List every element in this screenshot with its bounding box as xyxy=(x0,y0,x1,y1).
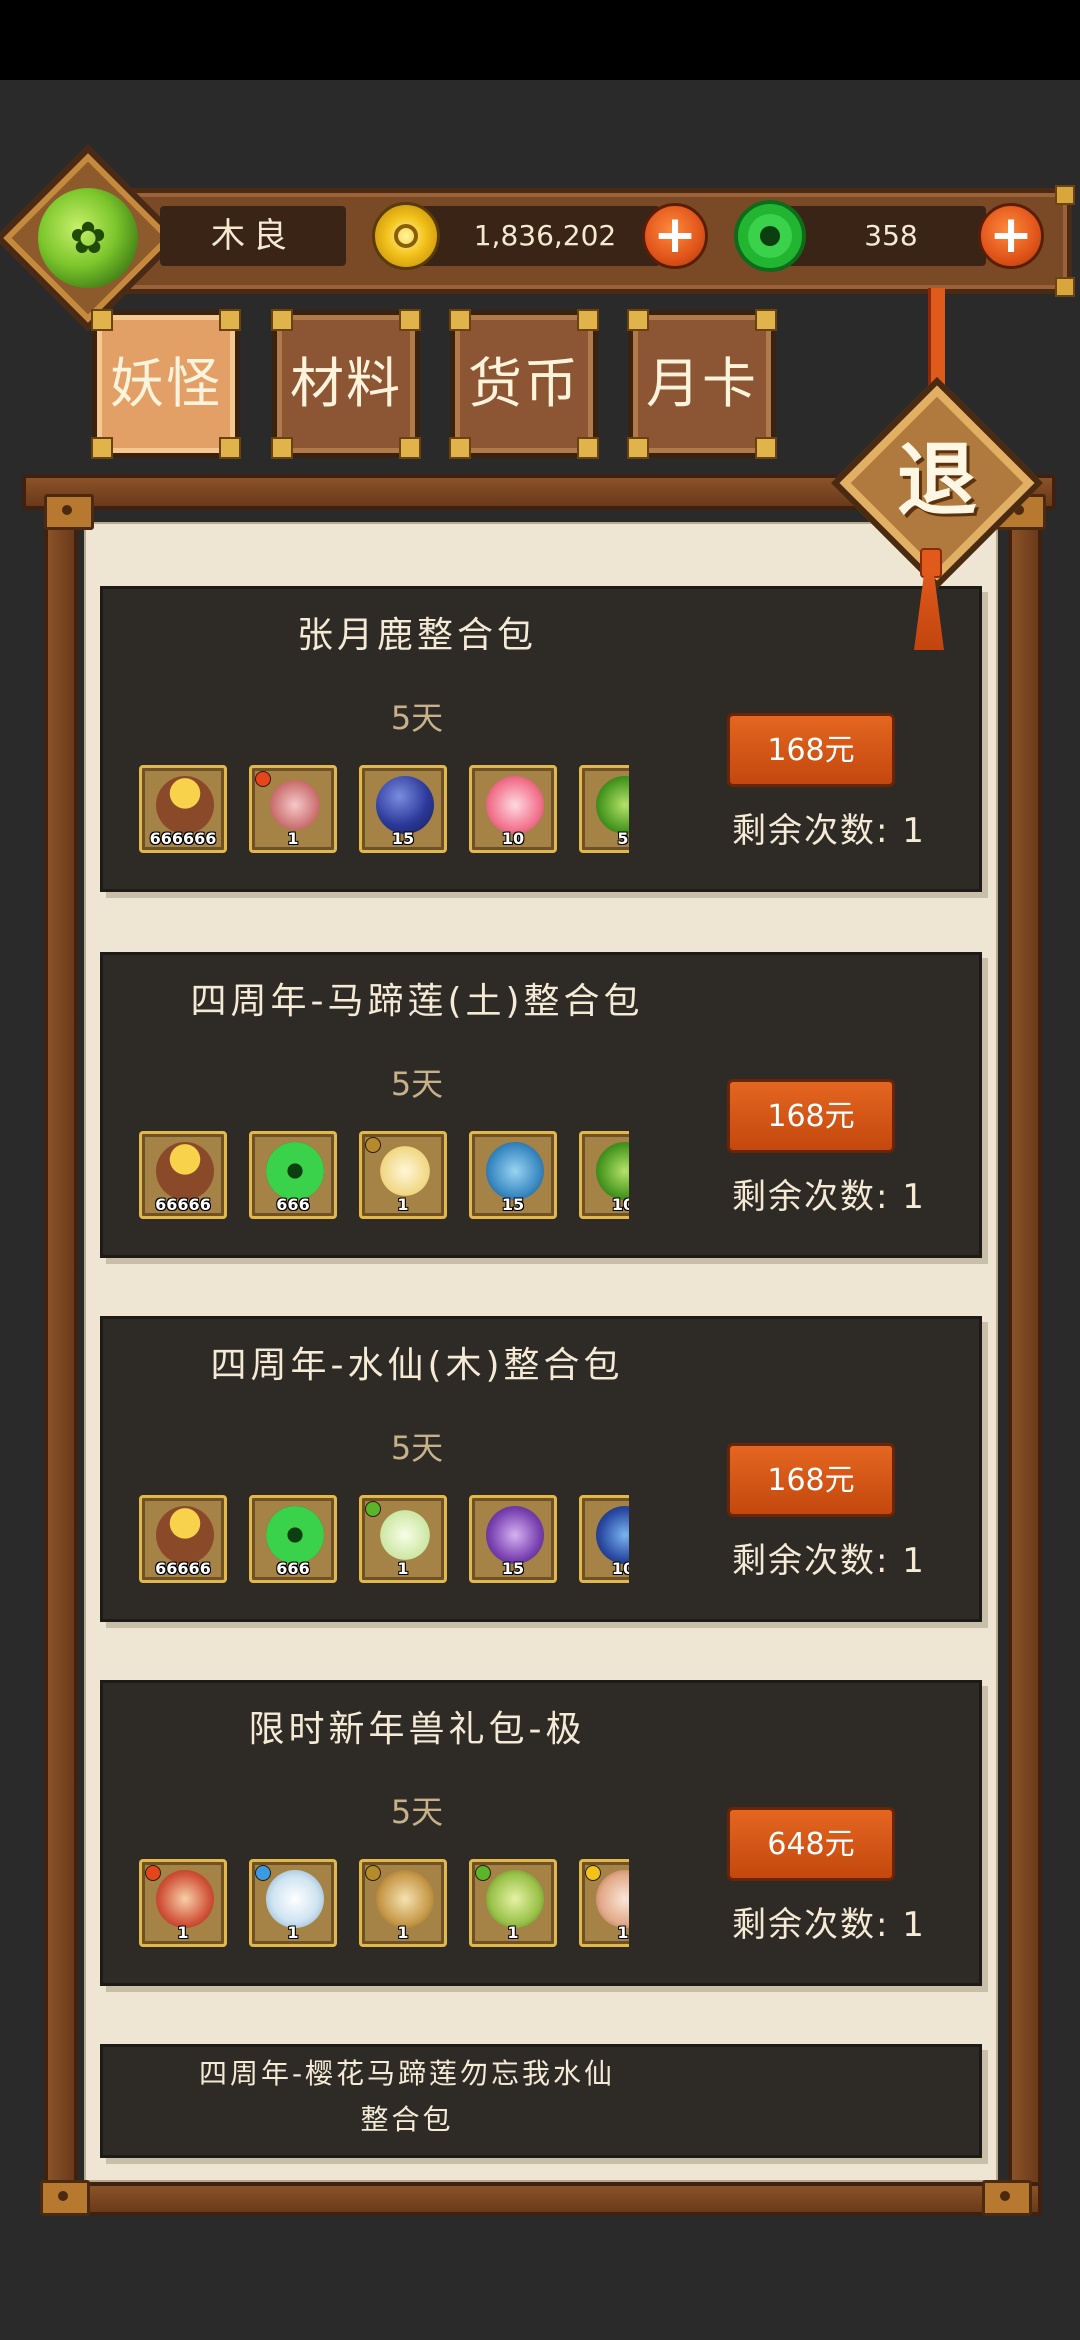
remaining-count: 剩余次数: 1 xyxy=(732,1905,926,1945)
tab-yaoguai[interactable]: 妖怪 xyxy=(91,309,241,459)
buy-button[interactable]: 168元 xyxy=(727,1443,895,1517)
buy-button[interactable]: 648元 xyxy=(727,1807,895,1881)
package-duration: 5天 xyxy=(390,1429,444,1467)
peg xyxy=(40,2180,90,2216)
tab-materials[interactable]: 材料 xyxy=(271,309,421,459)
item-row[interactable]: 66666 666 1 15 10 xyxy=(139,1131,629,1223)
gold-bag-icon[interactable]: 66666 xyxy=(139,1131,227,1219)
board-pillar-left xyxy=(44,500,78,2198)
package-card: 四周年-马蹄莲(土)整合包 5天 66666 666 1 15 10 168元 … xyxy=(100,952,982,1258)
item-row[interactable]: 1 1 1 1 1 xyxy=(139,1859,629,1951)
remaining-count: 剩余次数: 1 xyxy=(732,811,926,851)
package-title: 张月鹿整合包 xyxy=(296,615,537,656)
nian-beast-fire-icon[interactable]: 1 xyxy=(139,1859,227,1947)
avatar[interactable]: ✿ xyxy=(38,188,138,288)
jade-coin-icon[interactable]: 666 xyxy=(249,1131,337,1219)
tab-label: 材料 xyxy=(290,352,402,415)
board-beam-bottom xyxy=(44,2182,1042,2216)
tab-label: 妖怪 xyxy=(110,352,222,415)
package-title: 限时新年兽礼包-极 xyxy=(248,1709,586,1750)
package-duration: 5天 xyxy=(390,1793,444,1831)
nian-beast-light-icon[interactable]: 1 xyxy=(579,1859,629,1947)
tab-label: 月卡 xyxy=(646,352,758,415)
buy-button[interactable]: 168元 xyxy=(727,713,895,787)
package-card: 四周年-樱花马蹄莲勿忘我水仙 整合包 xyxy=(100,2044,982,2158)
blue-c-orb-icon[interactable]: 15 xyxy=(359,765,447,853)
green-orb-icon[interactable]: 5 xyxy=(579,765,629,853)
peg xyxy=(982,2180,1032,2216)
jade-amount: 358 xyxy=(776,206,986,266)
remaining-count: 剩余次数: 1 xyxy=(732,1177,926,1217)
remaining-count: 剩余次数: 1 xyxy=(732,1541,926,1581)
blue-triangle-orb-icon[interactable]: 15 xyxy=(469,1131,557,1219)
tab-label: 货币 xyxy=(468,352,580,415)
nian-beast-water-icon[interactable]: 1 xyxy=(249,1859,337,1947)
gold-amount: 1,836,202 xyxy=(410,206,660,266)
exit-label[interactable]: 退 xyxy=(862,416,1012,546)
green-orb-icon[interactable]: 10 xyxy=(579,1131,629,1219)
package-card: 限时新年兽礼包-极 5天 1 1 1 1 1 648元 剩余次数: 1 xyxy=(100,1680,982,1986)
add-jade-button[interactable]: + xyxy=(978,203,1044,269)
package-title: 四周年-马蹄莲(土)整合包 xyxy=(190,981,644,1022)
package-duration: 5天 xyxy=(390,1065,444,1103)
item-row[interactable]: 666666 1 15 10 5 xyxy=(139,765,629,857)
status-bar xyxy=(0,0,1080,80)
nian-beast-earth-icon[interactable]: 1 xyxy=(359,1859,447,1947)
purple-orb-icon[interactable]: 15 xyxy=(469,1495,557,1583)
nian-beast-wood-icon[interactable]: 1 xyxy=(469,1859,557,1947)
package-title-line: 整合包 xyxy=(360,2103,454,2136)
gold-bag-icon[interactable]: 66666 xyxy=(139,1495,227,1583)
peg xyxy=(44,494,94,530)
pink-heart-orb-icon[interactable]: 10 xyxy=(469,765,557,853)
board-pillar-right xyxy=(1008,500,1042,2198)
item-row[interactable]: 66666 666 1 15 10 xyxy=(139,1495,629,1587)
tab-monthly-card[interactable]: 月卡 xyxy=(627,309,777,459)
package-card: 张月鹿整合包 5天 666666 1 15 10 5 168元 剩余次数: 1 xyxy=(100,586,982,892)
jade-coin-icon xyxy=(734,200,806,272)
spirit-creature-icon[interactable]: 1 xyxy=(249,765,337,853)
player-name: 木良 xyxy=(160,206,346,266)
package-card: 四周年-水仙(木)整合包 5天 66666 666 1 15 10 168元 剩… xyxy=(100,1316,982,1622)
package-duration: 5天 xyxy=(390,699,444,737)
tab-currency[interactable]: 货币 xyxy=(449,309,599,459)
frame-corner xyxy=(1055,277,1075,297)
add-gold-button[interactable]: + xyxy=(642,203,708,269)
jade-coin-icon[interactable]: 666 xyxy=(249,1495,337,1583)
frame-corner xyxy=(1055,185,1075,205)
buy-button[interactable]: 168元 xyxy=(727,1079,895,1153)
narcissus-spirit-icon[interactable]: 1 xyxy=(359,1495,447,1583)
gold-coin-icon xyxy=(372,202,440,270)
calla-lily-spirit-icon[interactable]: 1 xyxy=(359,1131,447,1219)
package-title-line: 四周年-樱花马蹄莲勿忘我水仙 xyxy=(198,2057,616,2090)
blue-crystal-orb-icon[interactable]: 10 xyxy=(579,1495,629,1583)
package-title: 四周年-樱花马蹄莲勿忘我水仙 整合包 xyxy=(127,2051,687,2143)
package-title: 四周年-水仙(木)整合包 xyxy=(210,1345,624,1386)
gold-bag-icon[interactable]: 666666 xyxy=(139,765,227,853)
